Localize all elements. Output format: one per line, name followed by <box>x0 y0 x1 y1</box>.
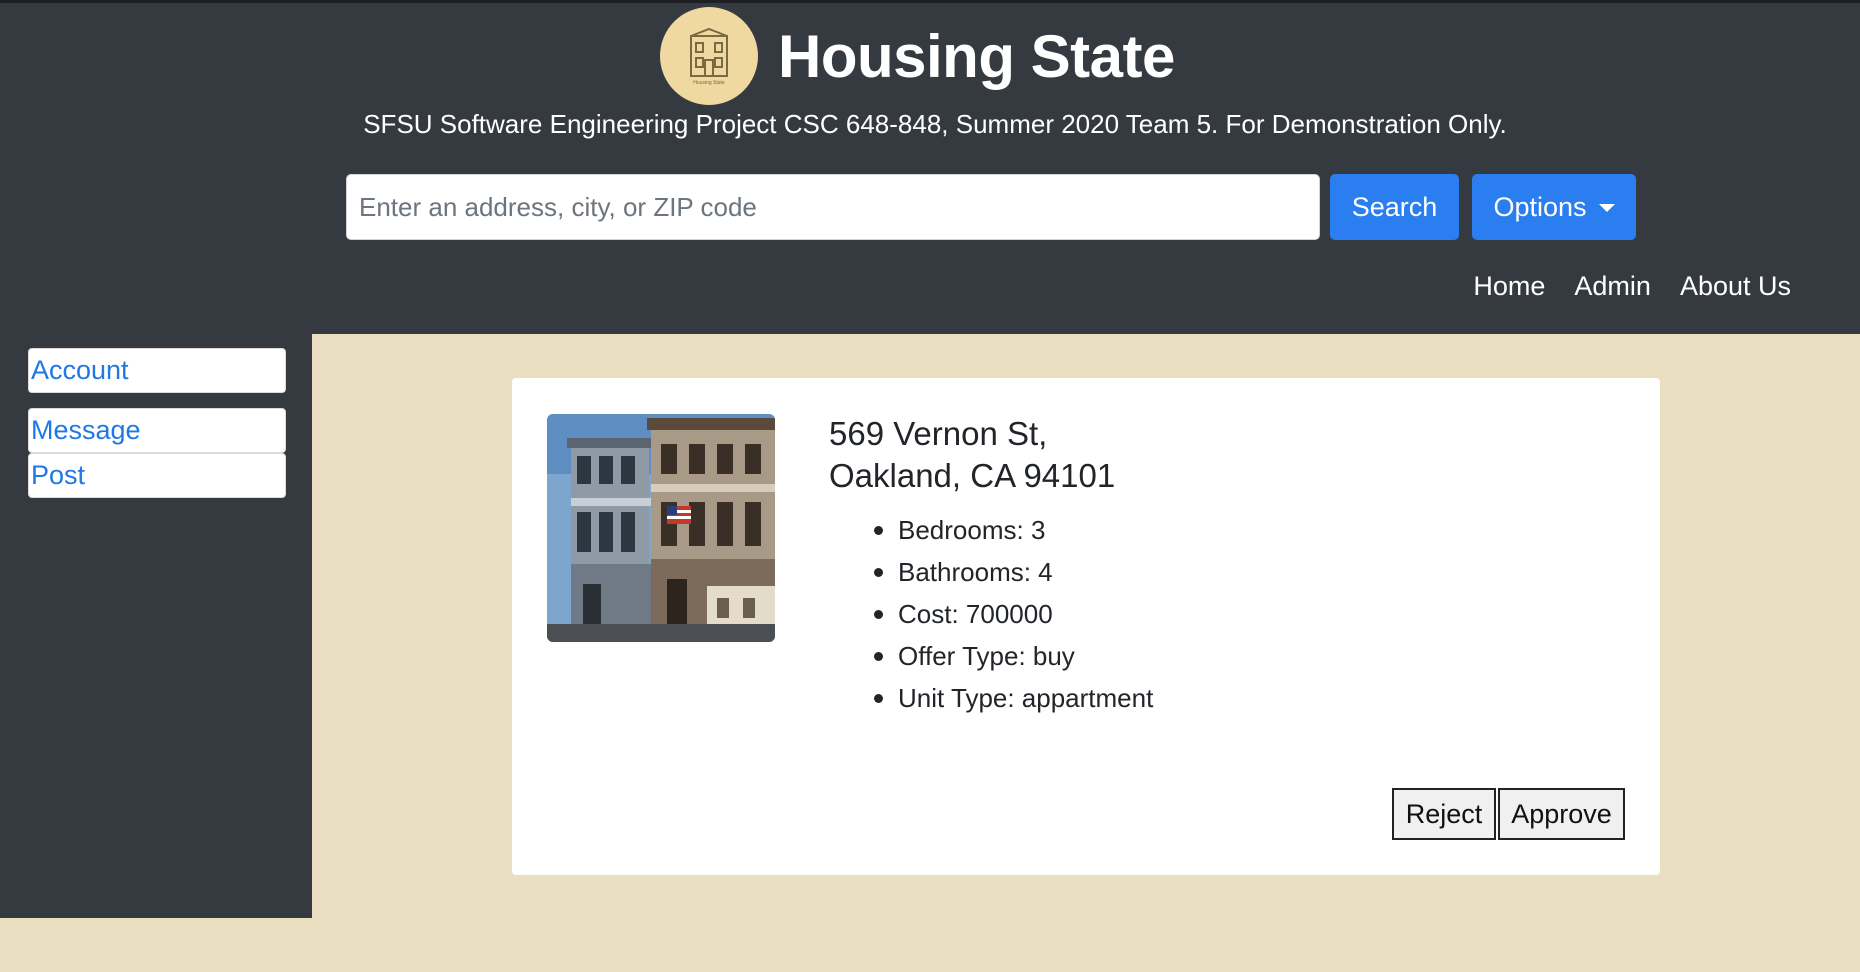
sidebar-item-account[interactable]: Account <box>28 348 286 393</box>
brand-title: Housing State <box>778 22 1175 90</box>
approve-button[interactable]: Approve <box>1498 788 1625 840</box>
sidebar-item-post[interactable]: Post <box>28 453 286 498</box>
brand[interactable]: Housing State Housing State <box>660 7 1175 105</box>
house-photo <box>547 414 775 642</box>
subtitle: SFSU Software Engineering Project CSC 64… <box>363 109 1507 139</box>
nav-home[interactable]: Home <box>1473 271 1545 302</box>
main-nav: Home Admin About Us <box>1473 271 1791 302</box>
detail-bathrooms: Bathrooms: 4 <box>874 551 1158 593</box>
options-dropdown-button[interactable]: Options <box>1472 174 1636 240</box>
logo-caption: Housing State <box>693 80 725 86</box>
listing-address: 569 Vernon St, Oakland, CA 94101 <box>829 413 1115 497</box>
detail-offer-type: Offer Type: buy <box>874 635 1158 677</box>
nav-about-us[interactable]: About Us <box>1680 271 1791 302</box>
options-label: Options <box>1493 191 1587 222</box>
detail-cost: Cost: 700000 <box>874 593 1158 635</box>
caret-down-icon <box>1598 204 1615 212</box>
detail-unit-type: Unit Type: appartment <box>874 677 1158 719</box>
top-header: Housing State Housing State SFSU Softwar… <box>0 0 1860 334</box>
detail-bedrooms: Bedrooms: 3 <box>874 509 1158 551</box>
listing-details: Bedrooms: 3 Bathrooms: 4 Cost: 700000 Of… <box>874 509 1158 719</box>
search-input[interactable] <box>346 174 1320 240</box>
building-icon <box>690 27 728 77</box>
nav-admin[interactable]: Admin <box>1574 271 1651 302</box>
sidebar: Account Message Post <box>0 334 312 918</box>
reject-button[interactable]: Reject <box>1392 788 1496 840</box>
house-photo-icon <box>547 414 775 642</box>
listing-card: 569 Vernon St, Oakland, CA 94101 Bedroom… <box>512 378 1660 875</box>
search-button[interactable]: Search <box>1330 174 1459 240</box>
address-line-2: Oakland, CA 94101 <box>829 457 1116 494</box>
address-line-1: 569 Vernon St, <box>829 415 1048 452</box>
sidebar-item-message[interactable]: Message <box>28 408 286 453</box>
moderation-actions: Reject Approve <box>1392 788 1625 840</box>
logo-icon: Housing State <box>660 7 758 105</box>
